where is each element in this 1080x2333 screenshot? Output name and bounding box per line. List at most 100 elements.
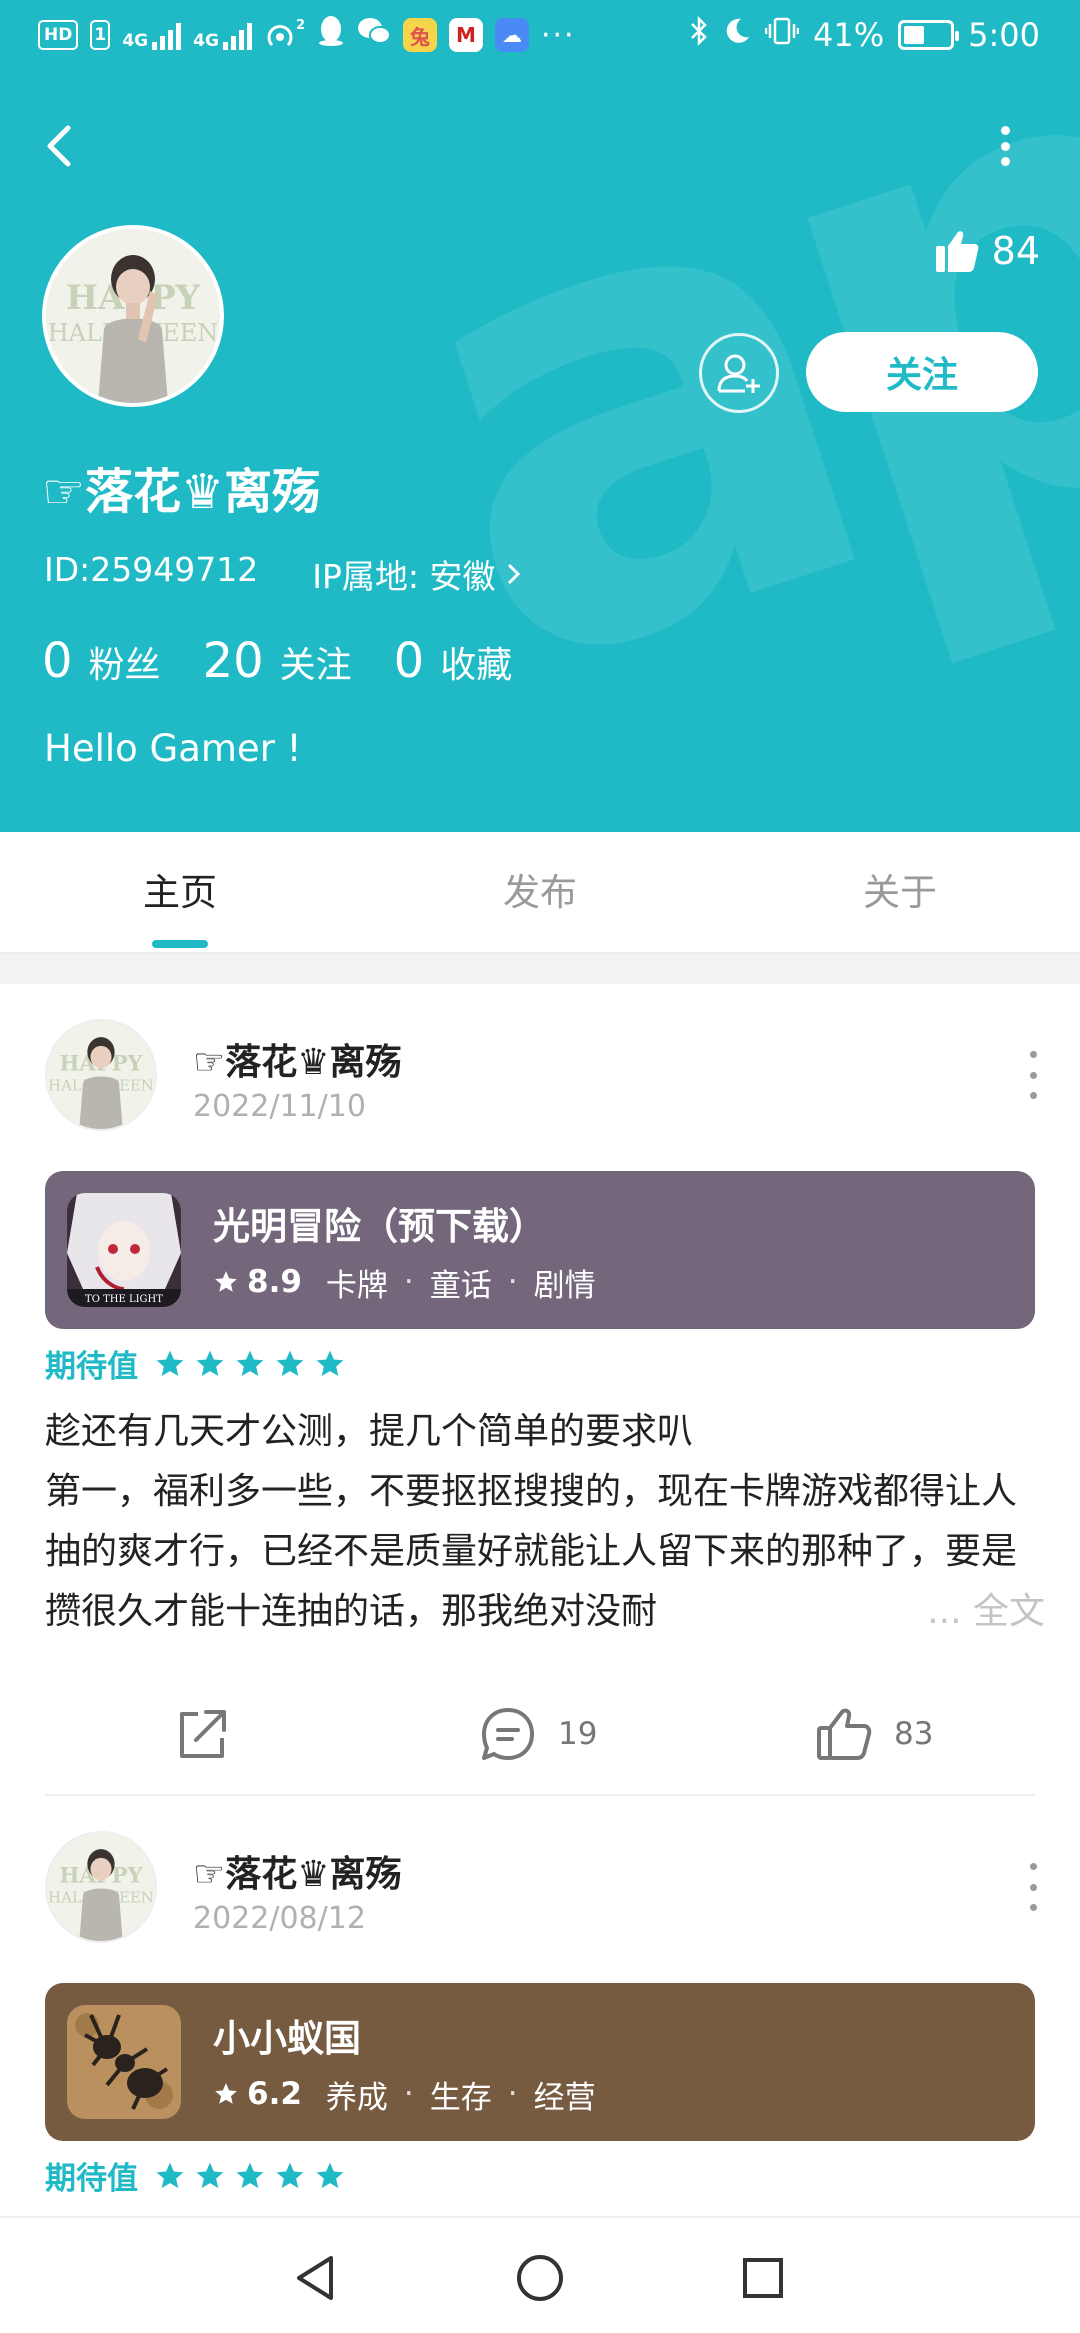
- cell-signal-1-icon: 4G: [122, 20, 182, 51]
- tag-separator: ·: [403, 2076, 414, 2112]
- follow-button[interactable]: 关注: [806, 332, 1038, 412]
- expectation-rating: 期待值: [45, 1341, 346, 1386]
- ant-game-cover-image: [67, 2005, 181, 2119]
- star-icon: [196, 2162, 224, 2188]
- stat-label: 收藏: [440, 645, 513, 686]
- post-body[interactable]: 趁还有几天才公测，提几个简单的要求叭 第一，福利多一些，不要抠抠搜搜的，现在卡牌…: [45, 1402, 1045, 1642]
- cell-signal-2-icon: 4G: [193, 20, 252, 50]
- like-count: 83: [894, 1716, 934, 1752]
- post-card: HAPPY HALLOWEEN ☞落花♛离殇 2022/08/12: [0, 1796, 1080, 2216]
- game-tag: 养成: [325, 2079, 388, 2116]
- game-info: 光明冒险（预下载） 8.9 卡牌 · 童话 · 剧情: [213, 1196, 596, 1305]
- battery-icon: [898, 20, 960, 50]
- nav-home-button[interactable]: [505, 2243, 575, 2313]
- profile-avatar[interactable]: HAPPY HALLOWEEN: [42, 225, 224, 407]
- add-friend-button[interactable]: [699, 333, 779, 413]
- ip-location-link[interactable]: IP属地: 安徽: [312, 550, 523, 598]
- star-icon: [215, 1271, 237, 1292]
- post-header: HAPPY HALLOWEEN ☞落花♛离殇 2022/11/10: [45, 1019, 1045, 1139]
- post-header: HAPPY HALLOWEEN ☞落花♛离殇 2022/08/12: [45, 1831, 1045, 1951]
- dot-icon: [1000, 141, 1010, 151]
- share-icon: [180, 1710, 226, 1758]
- game-tag: 剧情: [533, 1267, 596, 1304]
- post-more-button[interactable]: [1021, 1863, 1045, 1911]
- like-button[interactable]: 83: [814, 1684, 933, 1784]
- nav-recents-button[interactable]: [728, 2243, 798, 2313]
- stat-number: 20: [202, 633, 264, 689]
- tab-about[interactable]: 关于: [720, 832, 1080, 952]
- game-card[interactable]: TO THE LIGHT 光明冒险（预下载） 8.9 卡牌 · 童话 · 剧情: [45, 1171, 1035, 1329]
- comment-button[interactable]: 19: [478, 1684, 597, 1784]
- dot-icon: [1000, 157, 1010, 166]
- user-id: ID:25949712: [44, 550, 259, 589]
- game-tag: 卡牌: [325, 1267, 388, 1304]
- star-icon: [156, 1350, 184, 1376]
- post-card: HAPPY HALLOWEEN ☞落花♛离殇 2022/11/10 TO T: [0, 984, 1080, 1796]
- dot-icon: [1029, 1904, 1037, 1911]
- tab-home[interactable]: 主页: [0, 832, 360, 952]
- hd-icon: HD: [38, 20, 79, 50]
- network-type-label: 4G: [193, 31, 219, 51]
- game-tag: 经营: [533, 2079, 596, 2116]
- app-notification-icon: 兔: [402, 18, 437, 52]
- profile-username: ☞落花♛离殇: [42, 464, 321, 520]
- ip-location: IP属地: 安徽: [312, 557, 496, 596]
- network-type-label: 4G: [122, 31, 149, 51]
- thumbs-up-icon: [935, 231, 979, 272]
- cloud-app-icon: ☁: [494, 18, 529, 52]
- game-tag: 童话: [429, 1267, 492, 1304]
- vibrate-icon: [764, 16, 800, 54]
- status-bar: HD 1 4G 4G 2 兔 M ☁ ··· 41% 5:00: [0, 0, 1080, 70]
- moon-icon: [723, 16, 751, 54]
- comment-icon: [482, 1708, 534, 1760]
- game-card[interactable]: 小小蚁国 6.2 养成 · 生存 · 经营: [45, 1983, 1035, 2141]
- dot-icon: [1029, 1051, 1037, 1058]
- game-tag: 生存: [429, 2079, 492, 2116]
- triangle-back-icon: [297, 2256, 333, 2300]
- section-divider: [0, 954, 1080, 984]
- game-meta: 8.9 卡牌 · 童话 · 剧情: [213, 1260, 596, 1305]
- star-icon: [156, 2162, 184, 2188]
- profile-tabs: 主页 发布 关于: [0, 832, 1080, 954]
- battery-percent: 41%: [813, 16, 885, 54]
- more-options-button[interactable]: [990, 118, 1020, 174]
- game-info: 小小蚁国 6.2 养成 · 生存 · 经营: [213, 2008, 596, 2117]
- expectation-label: 期待值: [45, 2161, 138, 2197]
- post-date: 2022/08/12: [193, 1901, 366, 1936]
- post-author-name[interactable]: ☞落花♛离殇: [193, 1033, 402, 1085]
- stat-favorites[interactable]: 0 收藏: [394, 633, 513, 689]
- dot-icon: [1029, 1883, 1037, 1891]
- nav-back-button[interactable]: [280, 2243, 350, 2313]
- star-icon: [196, 1350, 224, 1376]
- chevron-right-icon: [508, 563, 521, 585]
- likes-count: 84: [991, 229, 1040, 273]
- stat-label: 粉丝: [88, 645, 161, 686]
- game-meta: 6.2 养成 · 生存 · 经营: [213, 2072, 596, 2117]
- read-more-link[interactable]: ... 全文: [919, 1582, 1045, 1642]
- avatar-image: HAPPY HALLOWEEN: [47, 1833, 155, 1941]
- chevron-left-icon: [47, 125, 71, 167]
- game-score: 6.2: [213, 2076, 302, 2112]
- avatar-image: HAPPY HALLOWEEN: [47, 1021, 155, 1129]
- system-nav-bar: [0, 2216, 1080, 2333]
- circle-home-icon: [517, 2255, 563, 2301]
- game-cover-caption: TO THE LIGHT: [85, 1294, 163, 1305]
- back-button[interactable]: [38, 118, 88, 174]
- stat-following[interactable]: 20 关注: [203, 633, 352, 689]
- post-body-line: 趁还有几天才公测，提几个简单的要求叭: [45, 1411, 694, 1452]
- post-author-name[interactable]: ☞落花♛离殇: [193, 1845, 402, 1897]
- post-more-button[interactable]: [1021, 1051, 1045, 1099]
- square-recents-icon: [743, 2258, 783, 2298]
- sim-icon: 1: [90, 20, 111, 50]
- share-button[interactable]: [172, 1684, 232, 1784]
- tab-posts[interactable]: 发布: [360, 832, 720, 952]
- star-icon: [236, 1350, 264, 1376]
- post-author-avatar[interactable]: HAPPY HALLOWEEN: [45, 1831, 157, 1943]
- wechat-icon: [357, 16, 391, 54]
- game-score: 8.9: [213, 1264, 302, 1300]
- stat-fans[interactable]: 0 粉丝: [42, 633, 161, 689]
- game-title: 光明冒险（预下载）: [213, 1204, 546, 1248]
- tag-separator: ·: [507, 2076, 518, 2112]
- post-author-avatar[interactable]: HAPPY HALLOWEEN: [45, 1019, 157, 1131]
- qq-icon: [317, 15, 345, 55]
